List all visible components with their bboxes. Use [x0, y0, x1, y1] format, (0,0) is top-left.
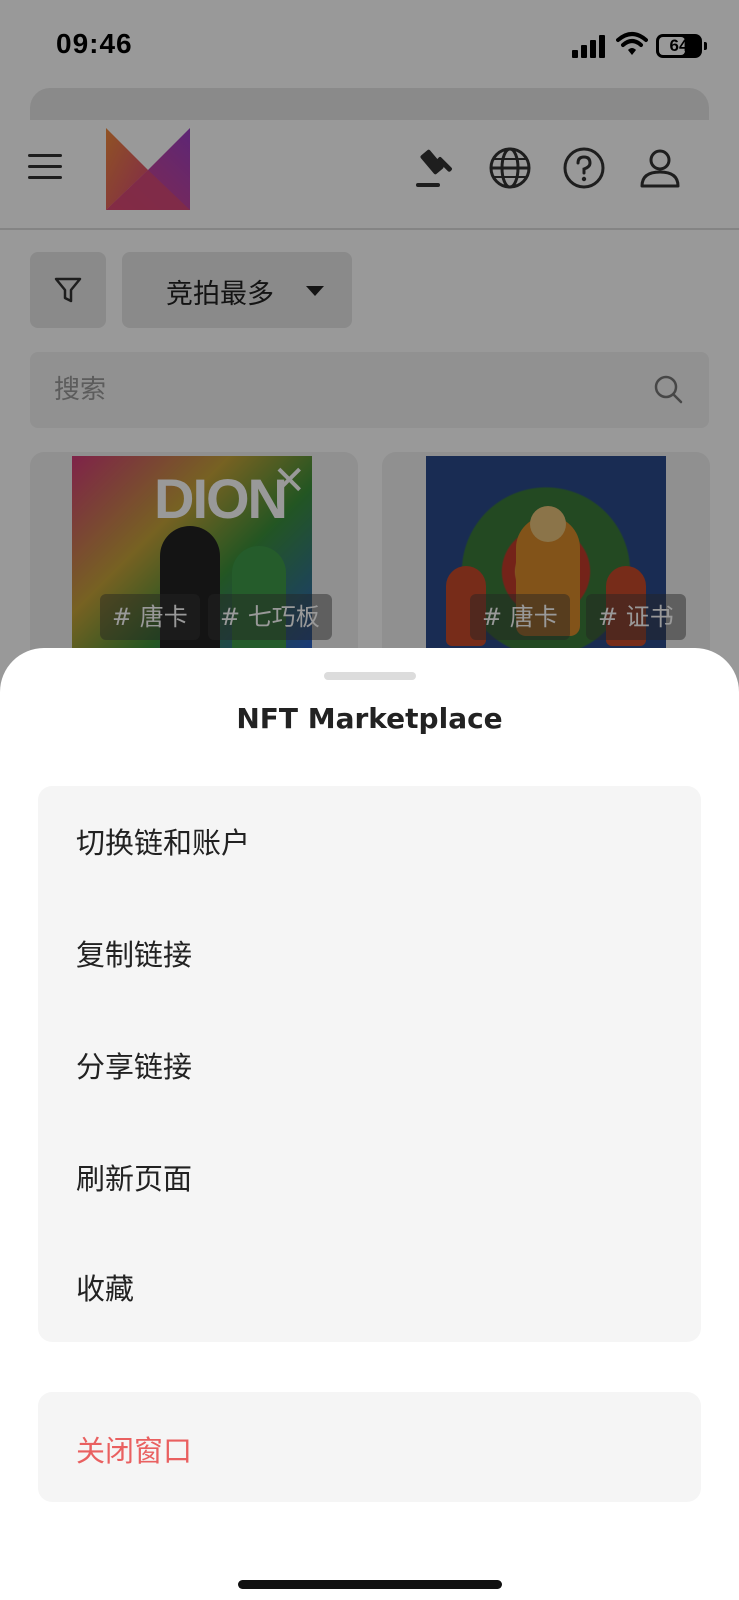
menu-item-label: 切换链和账户: [76, 826, 251, 860]
action-sheet: NFT Marketplace 切换链和账户 复制链接 分享链接 刷新页面 收藏…: [0, 648, 739, 1600]
menu-item-share-link[interactable]: 分享链接: [38, 1010, 701, 1122]
close-window-label: 关闭窗口: [76, 1434, 193, 1468]
battery-icon: 64: [656, 34, 707, 58]
action-sheet-grabber[interactable]: [324, 672, 416, 680]
menu-item-label: 复制链接: [76, 938, 193, 972]
menu-item-refresh-page[interactable]: 刷新页面: [38, 1122, 701, 1234]
battery-level: 64: [669, 36, 689, 55]
close-window-button[interactable]: 关闭窗口: [38, 1392, 701, 1502]
menu-item-label: 收藏: [76, 1272, 135, 1306]
menu-item-label: 分享链接: [76, 1050, 193, 1084]
home-indicator[interactable]: [238, 1580, 502, 1589]
action-sheet-title: NFT Marketplace: [236, 702, 503, 735]
action-menu: 切换链和账户 复制链接 分享链接 刷新页面 收藏: [38, 786, 701, 1342]
menu-item-copy-link[interactable]: 复制链接: [38, 898, 701, 1010]
menu-item-favorite[interactable]: 收藏: [38, 1232, 701, 1344]
menu-item-label: 刷新页面: [76, 1162, 193, 1196]
menu-item-switch-chain-account[interactable]: 切换链和账户: [38, 786, 701, 898]
